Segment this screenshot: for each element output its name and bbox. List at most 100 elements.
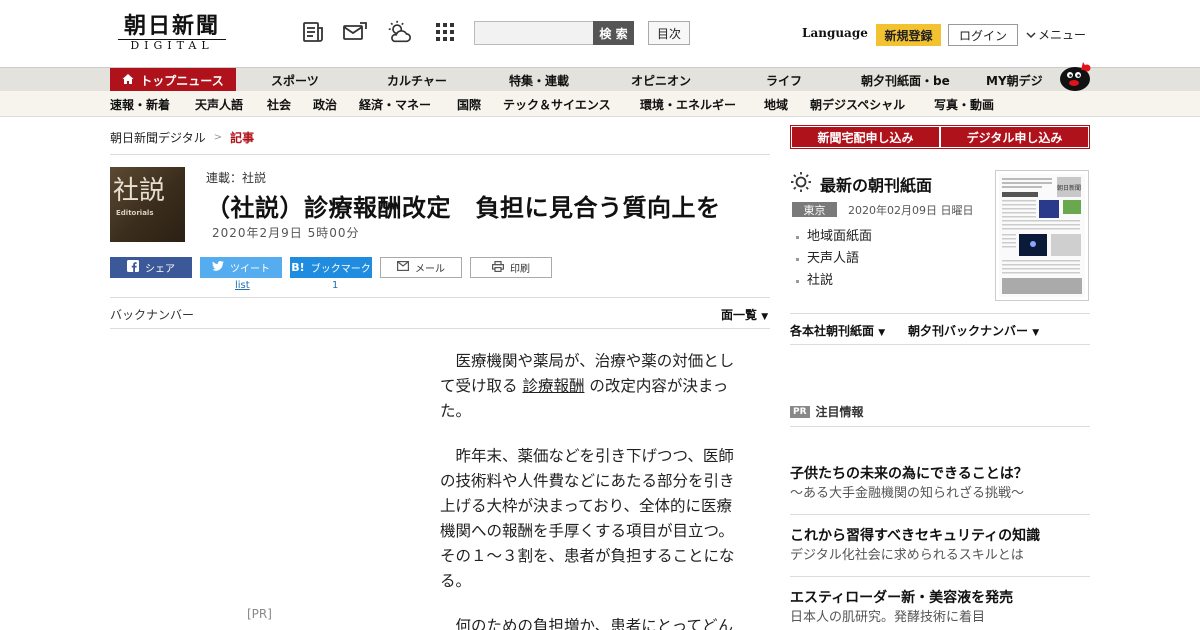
divider <box>790 576 1090 577</box>
newspaper-icon[interactable] <box>301 18 327 46</box>
divider <box>790 514 1090 515</box>
mascot-icon[interactable] <box>1054 58 1092 92</box>
back-number-link[interactable]: バックナンバー <box>110 306 194 323</box>
asahi-digital-logo[interactable]: 朝日新聞 DIGITAL <box>114 14 230 54</box>
hatena-icon: B! <box>291 261 305 274</box>
pr-section-heading: PR 注目情報 <box>790 403 864 420</box>
paper-links: 地域面紙面 天声人語 社説 <box>796 226 872 292</box>
mail-share-button[interactable]: メール <box>380 257 462 278</box>
newspaper-front-page-thumbnail[interactable]: 朝日新聞 <box>995 170 1089 301</box>
nav-culture[interactable]: カルチャー <box>387 68 447 92</box>
nav-top-news[interactable]: トップニュース <box>110 68 236 92</box>
sun-icon <box>790 171 812 197</box>
nav-environment[interactable]: 環境・エネルギー <box>640 91 736 117</box>
svg-text:朝日新聞: 朝日新聞 <box>1057 184 1081 192</box>
pr-item-title: これから習得すべきセキュリティの知識 <box>790 528 1041 544</box>
pr-item[interactable]: これから習得すべきセキュリティの知識 デジタル化社会に求められるスキルとは <box>790 526 1090 566</box>
editorial-thumbnail-label: Editorials <box>116 209 154 217</box>
pr-item[interactable]: エスティローダー新・美容液を発売 日本人の肌研究。発酵技術に着目 <box>790 588 1090 628</box>
nav-economy[interactable]: 経済・マネー <box>359 91 431 117</box>
nav-international[interactable]: 国際 <box>457 91 481 117</box>
ad-label: [PR] <box>247 607 272 621</box>
contents-button[interactable]: 目次 <box>648 21 690 45</box>
latest-paper-title: 最新の朝刊紙面 <box>820 176 933 195</box>
subscribe-digital-button[interactable]: デジタル申し込み <box>941 127 1088 147</box>
nav-my-asadigi[interactable]: MY朝デジ <box>986 68 1043 92</box>
nav-opinion[interactable]: オピニオン <box>631 68 691 92</box>
apps-grid-icon[interactable] <box>432 18 458 46</box>
nav-tenseijingo[interactable]: 天声人語 <box>195 91 243 117</box>
divider <box>790 344 1090 345</box>
chevron-down-icon <box>1026 28 1036 42</box>
print-icon <box>492 260 505 275</box>
latest-paper-heading[interactable]: 最新の朝刊紙面 <box>790 171 932 197</box>
pr-item-title: 子供たちの未来の為にできることは？ <box>790 466 1028 482</box>
secondary-nav: 速報・新着 天声人語 社会 政治 経済・マネー 国際 テック＆サイエンス 環境・… <box>0 91 1200 117</box>
divider <box>790 313 1090 314</box>
nav-sports[interactable]: スポーツ <box>271 68 319 92</box>
back-issues-label: 朝夕刊バックナンバー <box>908 324 1029 338</box>
nav-tech[interactable]: テック＆サイエンス <box>503 91 611 117</box>
glossary-link[interactable]: 診療報酬 <box>522 377 584 395</box>
menu-button[interactable]: メニュー <box>1026 26 1086 43</box>
paper-link-regional[interactable]: 地域面紙面 <box>796 226 872 248</box>
nav-regional[interactable]: 地域 <box>764 91 788 117</box>
divider <box>790 426 1090 427</box>
page-list-label: 面一覧 <box>721 308 758 322</box>
home-icon <box>122 73 134 88</box>
article-paragraph: 医療機関や薬局が、治療や薬の対価として受け取る 診療報酬 の改定内容が決まった。 <box>440 349 746 424</box>
pr-item[interactable]: 子供たちの未来の為にできることは？ ～ある大手金融機関の知られざる挑戦～ <box>790 464 1090 504</box>
language-link[interactable]: Language <box>802 26 868 40</box>
nav-newspaper[interactable]: 朝夕刊紙面・be <box>861 68 950 92</box>
signup-button[interactable]: 新規登録 <box>876 24 941 46</box>
paper-link-tenseijingo[interactable]: 天声人語 <box>796 248 872 270</box>
editorial-thumbnail: 社説 Editorials <box>110 167 185 242</box>
paper-link-editorial[interactable]: 社説 <box>796 270 872 292</box>
logo-kanji: 朝日新聞 <box>123 13 220 39</box>
nav-photo-video[interactable]: 写真・動画 <box>934 91 994 117</box>
nav-society[interactable]: 社会 <box>267 91 291 117</box>
search-input[interactable] <box>474 21 594 45</box>
article-paragraph: 何のための負担増か、患者にとってどん <box>440 617 733 630</box>
hatena-count[interactable]: 1 <box>332 280 338 291</box>
editorial-thumbnail-title: 社説 <box>113 176 166 206</box>
breadcrumb: 朝日新聞デジタル > 記事 <box>110 129 254 146</box>
edition-badge: 東京 <box>792 202 837 217</box>
page-list-dropdown[interactable]: 面一覧 ▼ <box>721 306 768 323</box>
breadcrumb-home[interactable]: 朝日新聞デジタル <box>110 129 206 146</box>
pr-item-subtitle: 日本人の肌研究。発酵技術に着目 <box>790 610 986 625</box>
subscription-buttons: 新聞宅配申し込み デジタル申し込み <box>790 125 1090 149</box>
series-label[interactable]: 連載：社説 <box>206 169 266 186</box>
twitter-share-button[interactable]: ツイート <box>200 257 282 278</box>
search-button[interactable]: 検 索 <box>593 21 634 45</box>
facebook-share-label: シェア <box>145 264 175 275</box>
menu-label: メニュー <box>1038 28 1087 42</box>
subscribe-home-delivery-button[interactable]: 新聞宅配申し込み <box>792 127 939 147</box>
divider <box>110 154 770 155</box>
nav-breaking[interactable]: 速報・新着 <box>110 91 170 117</box>
nav-features[interactable]: 特集・連載 <box>509 68 569 92</box>
article-headline: （社説）診療報酬改定 負担に見合う質向上を <box>206 194 721 222</box>
mail-magazine-icon[interactable] <box>342 18 368 46</box>
weather-icon[interactable] <box>386 18 412 46</box>
twitter-count[interactable]: list <box>235 280 250 291</box>
nav-life[interactable]: ライフ <box>766 68 802 92</box>
regional-papers-label: 各本社朝刊紙面 <box>790 324 875 338</box>
primary-nav: トップニュース スポーツ カルチャー 特集・連載 オピニオン ライフ 朝夕刊紙面… <box>0 67 1200 92</box>
print-button[interactable]: 印刷 <box>470 257 552 278</box>
pr-heading-label: 注目情報 <box>815 405 864 419</box>
back-issues-dropdown[interactable]: 朝夕刊バックナンバー ▼ <box>908 322 1039 339</box>
nav-special[interactable]: 朝デジスペシャル <box>810 91 905 117</box>
print-label: 印刷 <box>510 264 530 275</box>
regional-papers-dropdown[interactable]: 各本社朝刊紙面 ▼ <box>790 322 885 339</box>
logo-digital: DIGITAL <box>130 39 214 52</box>
pr-item-subtitle: デジタル化社会に求められるスキルとは <box>790 548 1024 563</box>
facebook-share-button[interactable]: シェア <box>110 257 192 278</box>
facebook-icon <box>127 260 139 275</box>
hatena-bookmark-button[interactable]: B! ブックマーク <box>290 257 372 278</box>
login-button[interactable]: ログイン <box>948 24 1018 46</box>
nav-politics[interactable]: 政治 <box>313 91 337 117</box>
publish-date: 2020年2月9日 5時00分 <box>212 226 360 240</box>
pr-item-subtitle: ～ある大手金融機関の知られざる挑戦～ <box>790 486 1025 501</box>
caret-down-icon: ▼ <box>1032 328 1040 338</box>
